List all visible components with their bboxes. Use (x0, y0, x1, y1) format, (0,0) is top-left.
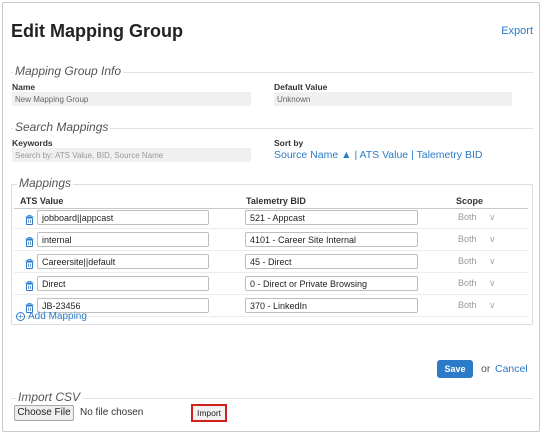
import-button[interactable]: Import (191, 404, 227, 422)
sort-source-name-link[interactable]: Source Name ▲ (274, 149, 352, 161)
sort-separator: | (411, 149, 414, 161)
trash-icon[interactable] (25, 256, 34, 269)
info-legend: Mapping Group Info (13, 64, 124, 78)
scope-select[interactable]: Both ∨ (458, 212, 504, 227)
chevron-down-icon: ∨ (489, 212, 496, 222)
keywords-search-input[interactable]: Search by: ATS Value, BID, Source Name (12, 148, 251, 162)
row-divider (14, 228, 528, 229)
plus-circle-icon: + (16, 312, 25, 321)
page-title: Edit Mapping Group (11, 21, 183, 41)
row-divider (14, 272, 528, 273)
scope-value: Both (458, 234, 477, 244)
talemetry-bid-input[interactable]: 521 - Appcast (245, 210, 418, 225)
chevron-down-icon: ∨ (489, 256, 496, 266)
sort-ats-value-link[interactable]: ATS Value (360, 149, 409, 161)
talemetry-bid-input[interactable]: 45 - Direct (245, 254, 418, 269)
add-mapping-label: Add Mapping (28, 311, 87, 322)
mappings-legend: Mappings (17, 176, 74, 190)
row-divider (14, 250, 528, 251)
ats-value-input[interactable]: jobboard||appcast (37, 210, 209, 225)
scope-select[interactable]: Both ∨ (458, 234, 504, 249)
talemetry-bid-input[interactable]: 4101 - Career Site Internal (245, 232, 418, 247)
talemetry-bid-input[interactable]: 0 - Direct or Private Browsing (245, 276, 418, 291)
panel-header: Edit Mapping Group Export (3, 3, 539, 65)
trash-icon[interactable] (25, 212, 34, 225)
choose-file-button[interactable]: Choose File (14, 405, 74, 421)
trash-icon[interactable] (25, 234, 34, 247)
scope-select[interactable]: Both ∨ (458, 278, 504, 293)
sort-talemetry-bid-link[interactable]: Talemetry BID (417, 149, 483, 161)
chevron-down-icon: ∨ (489, 234, 496, 244)
scope-value: Both (458, 212, 477, 222)
talemetry-bid-input[interactable]: 370 - LinkedIn (245, 298, 418, 313)
or-text: or (481, 363, 491, 375)
trash-icon[interactable] (25, 300, 34, 313)
row-divider (14, 316, 528, 317)
edit-mapping-group-panel: Edit Mapping Group Export Mapping Group … (2, 2, 540, 432)
keywords-label: Keywords (12, 138, 53, 148)
scope-select[interactable]: Both ∨ (458, 256, 504, 271)
scope-select[interactable]: Both ∨ (458, 300, 504, 315)
ats-value-input[interactable]: internal (37, 232, 209, 247)
sort-separator: | (354, 149, 358, 161)
import-legend: Import CSV (16, 390, 83, 404)
search-legend: Search Mappings (13, 120, 111, 134)
add-mapping-link[interactable]: + Add Mapping (16, 311, 87, 322)
export-link[interactable]: Export (501, 25, 533, 37)
row-divider (14, 294, 528, 295)
scope-value: Both (458, 256, 477, 266)
file-status-text: No file chosen (80, 407, 144, 418)
column-header-scope: Scope (456, 196, 484, 206)
cancel-link[interactable]: Cancel (495, 363, 528, 375)
default-value-field: Unknown (274, 92, 512, 106)
default-value-label: Default Value (274, 82, 328, 92)
column-header-ats-value: ATS Value (20, 196, 64, 206)
scope-value: Both (458, 278, 477, 288)
ats-value-input[interactable]: Careersite||default (37, 254, 209, 269)
save-button[interactable]: Save (437, 360, 473, 378)
name-field: New Mapping Group (12, 92, 251, 106)
ats-value-input[interactable]: Direct (37, 276, 209, 291)
column-header-talemetry-bid: Talemetry BID (246, 196, 306, 206)
import-divider (11, 398, 533, 399)
name-label: Name (12, 82, 36, 92)
table-header-rule (14, 208, 528, 209)
sort-by-label: Sort by (274, 138, 304, 148)
chevron-down-icon: ∨ (489, 278, 496, 288)
scope-value: Both (458, 300, 477, 310)
trash-icon[interactable] (25, 278, 34, 291)
chevron-down-icon: ∨ (489, 300, 496, 310)
sort-options: Source Name ▲ | ATS Value | Talemetry BI… (274, 149, 482, 161)
